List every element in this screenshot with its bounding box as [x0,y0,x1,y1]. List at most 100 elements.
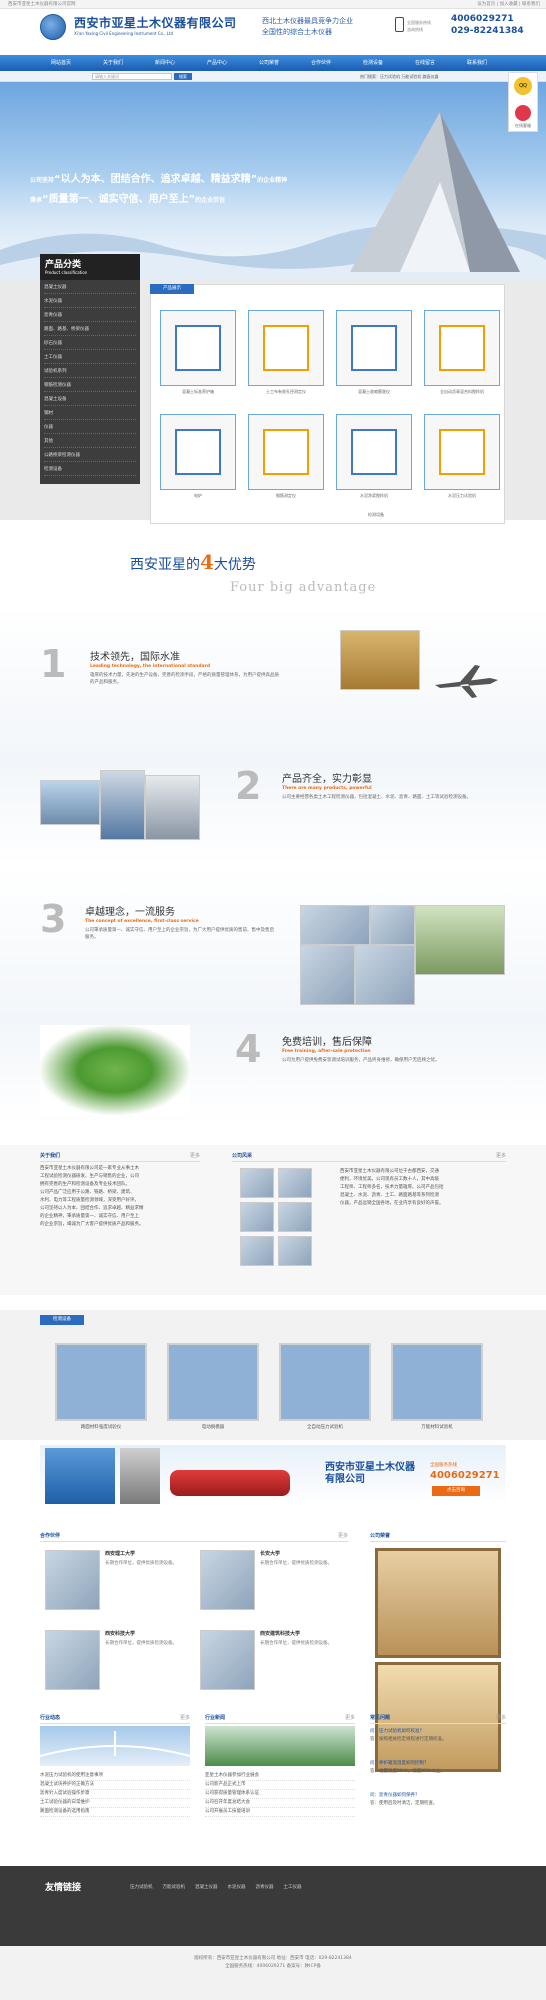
category-item[interactable]: 水泥仪器 [44,296,136,308]
industry-news-more[interactable]: 更多 [180,1712,190,1724]
category-item[interactable]: 仪器 [44,422,136,434]
case-caption[interactable]: 全自动压力试验机 [279,1424,371,1430]
company-news-more[interactable]: 更多 [345,1712,355,1724]
friend-link[interactable]: 土工仪器 [284,1885,302,1890]
category-item[interactable]: 混凝土仪器 [44,282,136,294]
case-caption[interactable]: 电动脱模器 [167,1424,259,1430]
product-card[interactable] [160,310,236,386]
company-photo-6[interactable] [278,1236,312,1266]
category-item[interactable]: 检测设备 [44,464,136,476]
faq-more-link[interactable]: 更多 [496,1712,506,1724]
company-photo-4[interactable] [278,1202,312,1232]
company-photo-3[interactable] [240,1202,274,1232]
friend-link[interactable]: 压力试验机 [130,1885,153,1890]
news-item[interactable]: 公司开展员工技能培训 [205,1808,355,1817]
hot-search-ticker[interactable]: 热门搜索：压力试验机 万能试验机 路面仪器 [360,73,439,80]
partner-image[interactable] [200,1550,255,1610]
case-caption[interactable]: 万能材料试验机 [391,1424,483,1430]
case-caption[interactable]: 路面材料强度试验仪 [55,1424,147,1430]
heart-icon[interactable] [515,105,531,121]
company-photo-5[interactable] [240,1236,274,1266]
partner-image[interactable] [45,1630,100,1690]
nav-item[interactable]: 检测设备 [352,55,394,71]
news-item[interactable]: 沥青针入度试验操作步骤 [40,1790,190,1799]
case-image[interactable] [279,1343,371,1421]
product-caption[interactable]: 电炉 [158,493,238,499]
category-item[interactable]: 砂石仪器 [44,338,136,350]
search-input[interactable]: 请输入关键词 [92,73,172,80]
partner-image[interactable] [200,1630,255,1690]
nav-item[interactable]: 联系我们 [456,55,498,71]
news-item[interactable]: 公司召开年度总结大会 [205,1799,355,1808]
category-item[interactable]: 试验机系列 [44,366,136,378]
nav-item[interactable]: 新闻中心 [144,55,186,71]
partners-more-link[interactable]: 更多 [338,1530,348,1542]
nav-item[interactable]: 公司荣誉 [248,55,290,71]
product-card[interactable] [248,310,324,386]
category-item[interactable]: 钢筋检测仪器 [44,380,136,392]
search-button[interactable]: 搜索 [174,73,192,80]
product-card[interactable] [336,414,412,490]
product-card[interactable] [248,414,324,490]
category-item[interactable]: 土工仪器 [44,352,136,364]
faq-question[interactable]: 问：养护箱温湿度如何控制？ [370,1760,506,1768]
news-item[interactable]: 公司获得质量管理体系认证 [205,1790,355,1799]
product-caption[interactable]: 混凝土标准养护箱 [158,389,238,395]
product-card[interactable] [336,310,412,386]
category-item[interactable]: 沥青仪器 [44,310,136,322]
product-caption[interactable]: 水泥净浆搅拌机 [334,493,414,499]
product-caption[interactable]: 混凝土收缩膨胀仪 [334,389,414,395]
nav-item[interactable]: 产品中心 [196,55,238,71]
company-name[interactable]: 西安市亚星土木仪器有限公司 [74,14,237,31]
product-card[interactable] [160,414,236,490]
product-caption[interactable]: 土工布有效孔径测定仪 [246,389,326,395]
product-card[interactable] [424,310,500,386]
company-photos-more-link[interactable]: 更多 [496,1150,506,1162]
case-image[interactable] [55,1343,147,1421]
cases-tab[interactable]: 检测设备 [40,1315,84,1325]
side-online-service[interactable]: QQ 在线客服 [508,72,538,132]
partner-name[interactable]: 西安科技大学 [105,1630,135,1637]
news-item[interactable]: 亚星土木仪器参加行业展会 [205,1772,355,1781]
category-item[interactable]: 混凝土设备 [44,394,136,406]
qq-icon[interactable]: QQ [514,77,532,95]
company-photo-1[interactable] [240,1168,274,1198]
product-card[interactable] [424,414,500,490]
about-more-link[interactable]: 更多 [190,1150,200,1162]
nav-item[interactable]: 合作伙伴 [300,55,342,71]
news-item[interactable]: 公司新产品正式上市 [205,1781,355,1790]
logo-globe-icon[interactable] [40,14,66,40]
friend-link[interactable]: 混凝土仪器 [195,1885,218,1890]
friend-link[interactable]: 水泥仪器 [228,1885,246,1890]
case-image[interactable] [167,1343,259,1421]
partner-image[interactable] [45,1550,100,1610]
nav-item[interactable]: 在线留言 [404,55,446,71]
product-caption[interactable]: 水泥压力试验机 [422,493,502,499]
news-item[interactable]: 水泥压力试验机的使用注意事项 [40,1772,190,1781]
product-caption[interactable]: 钢筋测定仪 [246,493,326,499]
news-item[interactable]: 土工试验仪器的日常维护 [40,1799,190,1808]
category-item[interactable]: 公路桥梁检测仪器 [44,450,136,462]
nav-item[interactable]: 网站首页 [40,55,82,71]
friend-link[interactable]: 沥青仪器 [256,1885,274,1890]
product-tab[interactable]: 产品展示 [150,284,194,294]
product-caption[interactable]: 全自动沥青混合料搅拌机 [422,389,502,395]
faq-question[interactable]: 问：沥青仪器如何保养？ [370,1792,506,1800]
news-item[interactable]: 路面检测设备的选用指南 [40,1808,190,1817]
friend-link[interactable]: 万能试验机 [163,1885,186,1890]
news-item[interactable]: 混凝土试块养护的正确方法 [40,1781,190,1790]
category-item[interactable]: 其他 [44,436,136,448]
category-item[interactable]: 路面、路基、桥梁仪器 [44,324,136,336]
category-item[interactable]: 钢材 [44,408,136,420]
faq-question[interactable]: 问：压力试验机如何校准？ [370,1728,506,1736]
partner-name[interactable]: 西安建筑科技大学 [260,1630,300,1637]
nav-item[interactable]: 关于我们 [92,55,134,71]
company-photo-2[interactable] [278,1168,312,1198]
honor-certificate-1[interactable] [375,1548,501,1658]
promo-consult-button[interactable]: 点击咨询 [432,1486,480,1496]
product-more-caption[interactable]: 检测设备 [368,512,384,518]
partner-name[interactable]: 西安理工大学 [105,1550,135,1557]
top-bar-links[interactable]: 设为首页 | 加入收藏 | 联系我们 [477,0,540,9]
partner-name[interactable]: 长安大学 [260,1550,280,1557]
case-image[interactable] [391,1343,483,1421]
